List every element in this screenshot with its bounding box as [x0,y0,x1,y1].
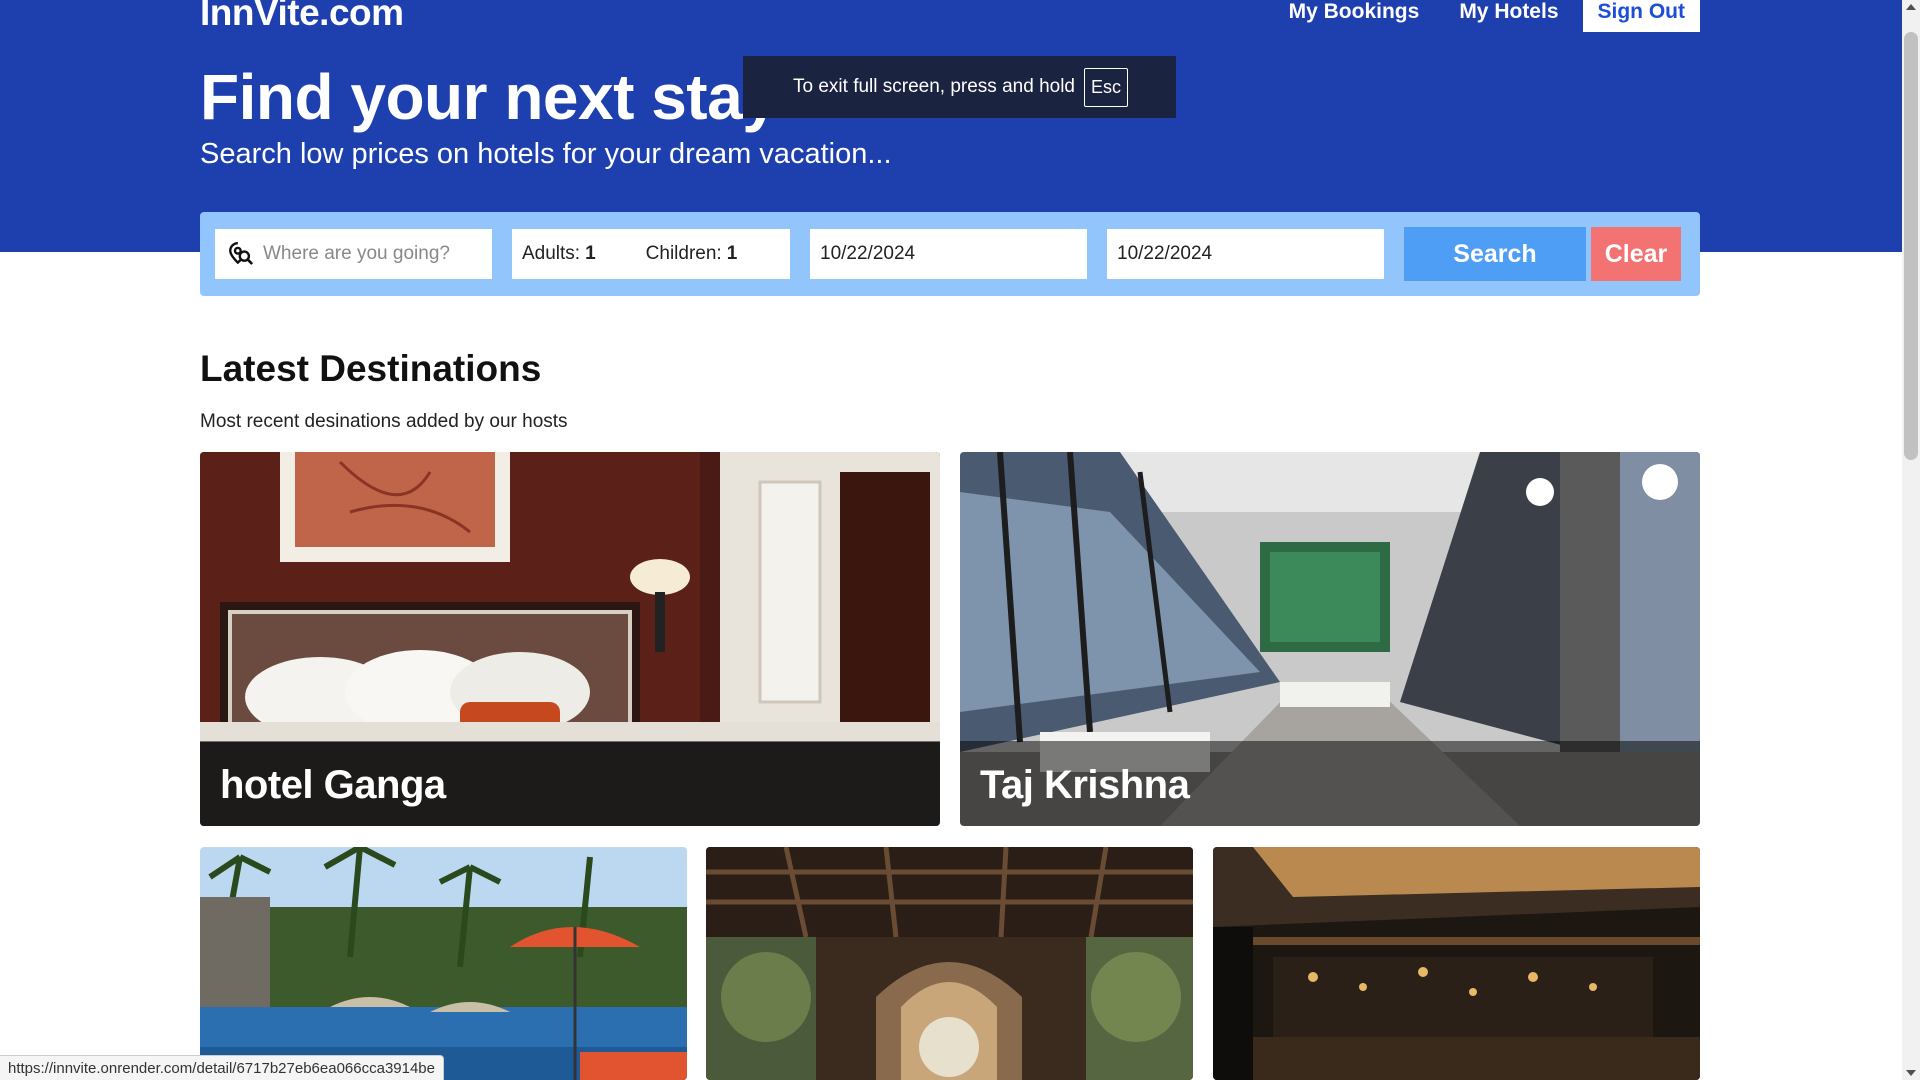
destination-input[interactable] [263,243,483,265]
nav-my-bookings[interactable]: My Bookings [1289,0,1420,24]
link-status-bar: https://innvite.onrender.com/detail/6717… [0,1055,444,1080]
destination-card[interactable] [706,847,1193,1080]
destination-card[interactable] [200,847,687,1080]
esc-key-badge: Esc [1084,67,1129,107]
hotel-restaurant-image [1213,847,1700,1080]
adults-label: Adults: [522,243,581,264]
check-out-date-field[interactable]: 10/22/2024 [1107,229,1384,279]
destination-card[interactable]: hotel Ganga [200,452,940,826]
map-search-icon [229,241,253,265]
clear-button[interactable]: Clear [1591,227,1681,281]
check-in-date-field[interactable]: 10/22/2024 [810,229,1087,279]
children-label: Children: [645,243,722,264]
children-value[interactable]: 1 [727,243,738,265]
fullscreen-exit-toast: To exit full screen, press and hold Esc [743,56,1176,118]
adults-value[interactable]: 1 [585,243,596,265]
latest-destinations-title: Latest Destinations [200,348,542,389]
search-button[interactable]: Search [1404,227,1586,281]
destination-field[interactable] [215,229,492,279]
guests-field[interactable]: Adults: 1 Children: 1 [512,229,790,279]
nav-my-hotels[interactable]: My Hotels [1459,0,1558,24]
scroll-up-arrow-icon[interactable] [1906,4,1916,10]
page-headline: Find your next stay [200,61,778,133]
card-title: Taj Krishna [980,763,1190,807]
scroll-down-arrow-icon[interactable] [1906,1070,1916,1076]
hotel-hall-image [706,847,1193,1080]
brand-logo[interactable]: InnVite.com [200,0,404,34]
destination-card[interactable]: Taj Krishna [960,452,1700,826]
top-nav: My Bookings My Hotels Sign Out [1249,0,1700,32]
page-scrollbar[interactable] [1902,0,1920,1080]
destination-card[interactable] [1213,847,1700,1080]
resort-pool-image [200,847,687,1080]
sign-out-button[interactable]: Sign Out [1582,0,1700,32]
search-bar: Adults: 1 Children: 1 10/22/2024 10/22/2… [200,212,1700,296]
latest-destinations-subtitle: Most recent desinations added by our hos… [200,411,568,432]
card-title: hotel Ganga [220,763,446,807]
fullscreen-toast-text: To exit full screen, press and hold [793,76,1075,97]
page-subheadline: Search low prices on hotels for your dre… [200,138,892,170]
scrollbar-thumb[interactable] [1904,32,1918,460]
